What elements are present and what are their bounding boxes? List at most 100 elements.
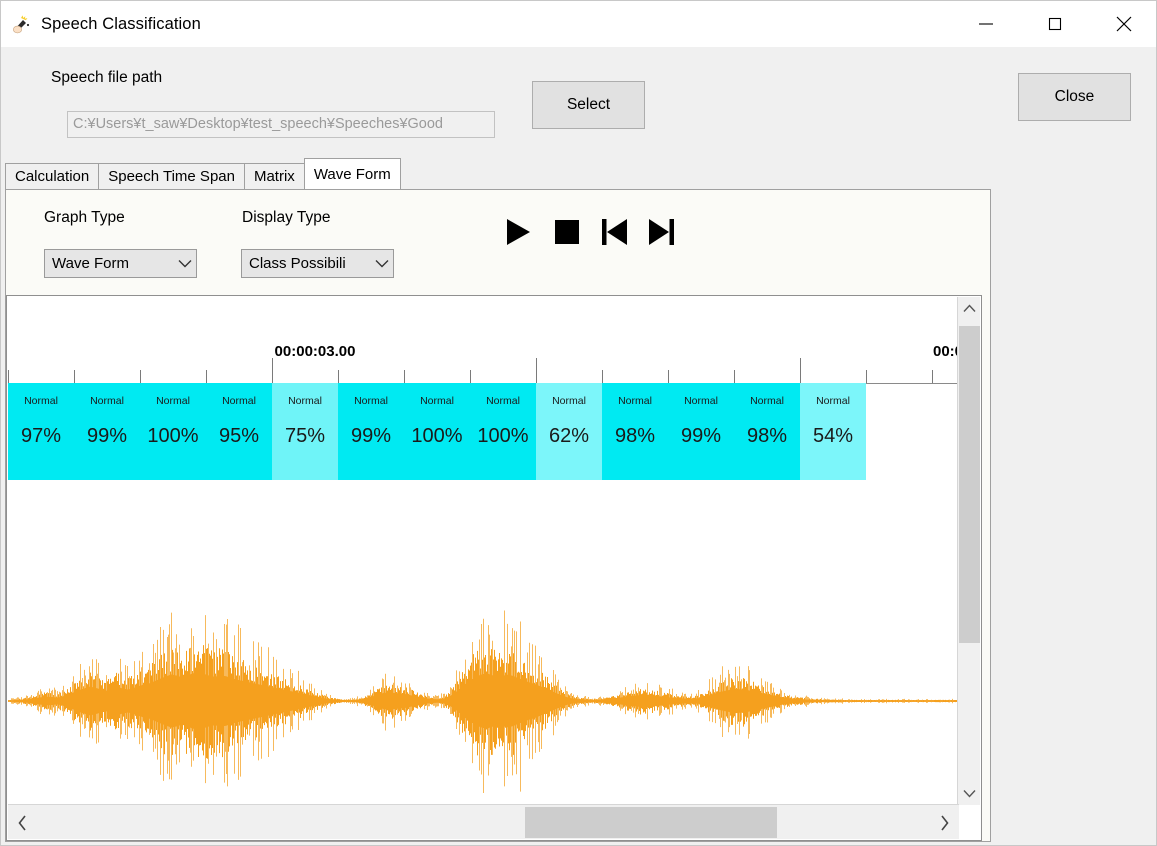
- class-block[interactable]: Normal 75%: [272, 383, 338, 480]
- ruler-tick: [602, 370, 603, 383]
- horizontal-scrollbar[interactable]: [8, 804, 959, 839]
- class-block-percent: 99%: [86, 425, 128, 447]
- ruler-tick: [668, 370, 669, 383]
- vertical-scrollbar[interactable]: [957, 297, 980, 805]
- class-block[interactable]: Normal 54%: [800, 383, 866, 480]
- display-type-label: Display Type: [242, 209, 331, 226]
- ruler-tick: [536, 358, 537, 383]
- class-block-label: Normal: [156, 395, 190, 407]
- app-window: Speech Classification Speech file path C…: [0, 0, 1157, 846]
- class-block[interactable]: Normal 99%: [338, 383, 404, 480]
- class-block-percent: 54%: [812, 425, 854, 447]
- ruler-tick: [404, 370, 405, 383]
- maximize-icon[interactable]: [1020, 1, 1089, 47]
- class-block[interactable]: Normal 97%: [8, 383, 74, 480]
- class-block-percent: 100%: [477, 425, 529, 447]
- chevron-right-icon[interactable]: [933, 810, 956, 835]
- file-path-input[interactable]: C:¥Users¥t_saw¥Desktop¥test_speech¥Speec…: [67, 111, 495, 138]
- class-block[interactable]: Normal 100%: [470, 383, 536, 480]
- class-block-label: Normal: [486, 395, 520, 407]
- class-block-percent: 99%: [680, 425, 722, 447]
- class-block-label: Normal: [288, 395, 322, 407]
- ruler-tick: [470, 370, 471, 383]
- class-block-label: Normal: [684, 395, 718, 407]
- class-block[interactable]: Normal 99%: [668, 383, 734, 480]
- class-block[interactable]: Normal 98%: [602, 383, 668, 480]
- graph-type-select[interactable]: Wave Form: [44, 249, 197, 278]
- minimize-icon[interactable]: [951, 1, 1020, 47]
- ruler-tick: [338, 370, 339, 383]
- chevron-left-icon[interactable]: [11, 810, 34, 835]
- class-block-label: Normal: [618, 395, 652, 407]
- class-block[interactable]: Normal 95%: [206, 383, 272, 480]
- speech-waveform: [8, 597, 959, 805]
- display-type-select[interactable]: Class Possibili: [241, 249, 394, 278]
- window-title: Speech Classification: [41, 14, 201, 33]
- class-block-percent: 97%: [20, 425, 62, 447]
- waveform-strokes: [8, 610, 959, 793]
- ruler-tick: [140, 370, 141, 383]
- waveform-plot-frame: 00:00:03.0000:0 Normal97%Normal99%Normal…: [6, 295, 982, 841]
- ruler-tick: [8, 370, 9, 383]
- class-block-percent: 75%: [284, 425, 326, 447]
- chevron-down-icon: [174, 259, 196, 268]
- window-controls: [951, 1, 1156, 47]
- file-path-section: Speech file path C:¥Users¥t_saw¥Desktop¥…: [1, 47, 1156, 157]
- ruler-time-label: 00:0: [932, 343, 959, 360]
- class-block-label: Normal: [90, 395, 124, 407]
- ruler-tick: [272, 358, 273, 383]
- graph-type-value: Wave Form: [52, 255, 129, 272]
- file-path-label: Speech file path: [51, 69, 163, 86]
- class-block-percent: 99%: [350, 425, 392, 447]
- graph-type-label: Graph Type: [44, 209, 125, 226]
- time-ruler: 00:00:03.00 00:0: [8, 297, 959, 385]
- title-bar: Speech Classification: [1, 1, 1156, 47]
- waveform-plot-canvas: 00:00:03.0000:0 Normal97%Normal99%Normal…: [8, 297, 959, 805]
- class-block[interactable]: Normal 62%: [536, 383, 602, 480]
- ruler-tick: [734, 370, 735, 383]
- class-block-label: Normal: [222, 395, 256, 407]
- class-block[interactable]: Normal 98%: [734, 383, 800, 480]
- ruler-tick: [74, 370, 75, 383]
- horizontal-scrollbar-thumb[interactable]: [525, 807, 777, 838]
- tab-strip: Calculation Speech Time Span Matrix Wave…: [5, 158, 991, 189]
- class-block[interactable]: Normal 100%: [404, 383, 470, 480]
- class-block-label: Normal: [420, 395, 454, 407]
- vertical-scrollbar-thumb[interactable]: [959, 326, 980, 643]
- class-possibility-blocks: Normal 97% Normal 99% Normal 100% Normal 95% Nor…: [8, 383, 866, 480]
- class-block-percent: 95%: [218, 425, 260, 447]
- class-block-percent: 98%: [614, 425, 656, 447]
- ruler-time-label: 00:00:03.00: [274, 343, 356, 360]
- class-block-label: Normal: [816, 395, 850, 407]
- class-block-percent: 98%: [746, 425, 788, 447]
- close-button[interactable]: Close: [1018, 73, 1131, 121]
- ruler-tick: [206, 370, 207, 383]
- play-button[interactable]: [501, 214, 535, 250]
- class-block-label: Normal: [24, 395, 58, 407]
- class-block-percent: 100%: [147, 425, 199, 447]
- class-block-percent: 62%: [548, 425, 590, 447]
- class-block-label: Normal: [750, 395, 784, 407]
- class-block[interactable]: Normal 100%: [140, 383, 206, 480]
- chevron-down-icon[interactable]: [958, 782, 981, 805]
- tab-wave-form[interactable]: Wave Form: [303, 158, 401, 189]
- tab-calculation[interactable]: Calculation: [5, 163, 100, 189]
- class-block[interactable]: Normal 99%: [74, 383, 140, 480]
- class-block-label: Normal: [354, 395, 388, 407]
- previous-button[interactable]: [597, 214, 631, 250]
- app-icon: [11, 13, 33, 35]
- chevron-down-icon: [371, 259, 393, 268]
- ruler-tick: [866, 370, 867, 383]
- transport-controls: [501, 214, 679, 250]
- tab-matrix[interactable]: Matrix: [243, 163, 305, 189]
- tab-speech-time-span[interactable]: Speech Time Span: [98, 163, 245, 189]
- ruler-tick: [932, 370, 933, 383]
- stop-button[interactable]: [549, 214, 583, 250]
- next-button[interactable]: [645, 214, 679, 250]
- close-icon[interactable]: [1089, 1, 1156, 47]
- ruler-tick: [800, 358, 801, 383]
- select-button[interactable]: Select: [532, 81, 645, 129]
- class-block-label: Normal: [552, 395, 586, 407]
- chevron-up-icon[interactable]: [958, 297, 981, 320]
- display-type-value: Class Possibili: [249, 255, 346, 272]
